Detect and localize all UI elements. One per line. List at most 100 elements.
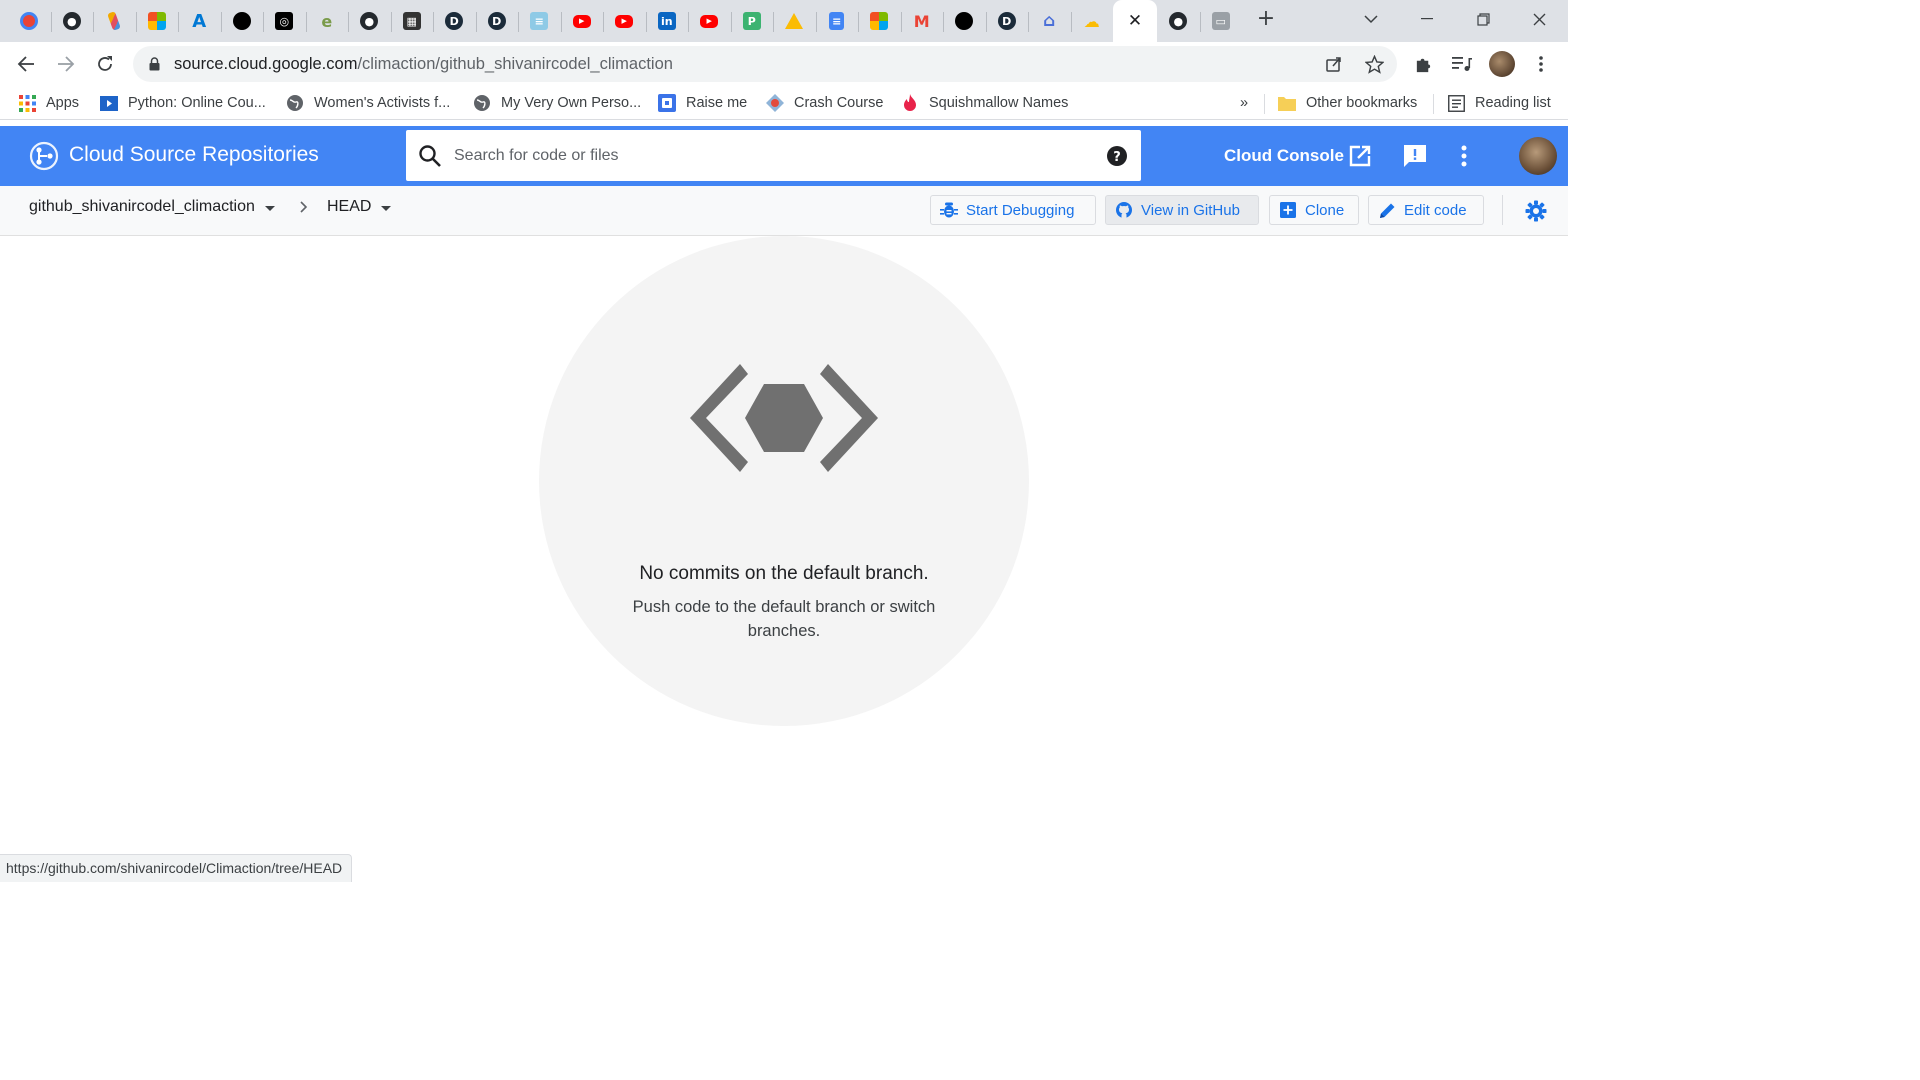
d-logo-icon: D [445, 12, 464, 30]
tab[interactable]: D [475, 0, 519, 42]
reload-button[interactable] [91, 50, 119, 78]
empty-state-illustration-background [539, 236, 1029, 726]
media-controls-icon[interactable] [1448, 50, 1476, 78]
back-button[interactable] [12, 50, 40, 78]
pencil-icon [1377, 200, 1397, 220]
browser-menu-icon[interactable] [1527, 50, 1555, 78]
github-icon [1114, 200, 1134, 220]
view-in-github-label: View in GitHub [1141, 201, 1240, 219]
tab[interactable]: ≡ [815, 0, 859, 42]
tab-search-chevron-icon[interactable] [1351, 0, 1391, 38]
new-tab-plus-icon[interactable]: + [1254, 8, 1278, 32]
globe-icon [286, 94, 304, 112]
address-bar[interactable]: source.cloud.google.com/climaction/githu… [133, 46, 1397, 82]
start-debugging-button[interactable]: Start Debugging [930, 195, 1096, 225]
minimize-icon[interactable] [1407, 0, 1447, 38]
github-icon: ● [360, 12, 379, 30]
edit-code-label: Edit code [1404, 201, 1467, 219]
more-options-button[interactable] [1449, 141, 1479, 171]
url-text[interactable]: source.cloud.google.com/climaction/githu… [174, 55, 673, 74]
tab[interactable] [8, 0, 51, 42]
google-cloud-icon: ☁ [1083, 11, 1100, 31]
bookmark-womens-activists[interactable]: Women's Activists f... [286, 93, 450, 113]
close-icon[interactable]: ✕ [1128, 11, 1142, 31]
tab[interactable]: ▭ [1199, 0, 1243, 42]
bookmark-star-icon[interactable] [1364, 54, 1384, 74]
d-logo-icon: D [487, 12, 506, 30]
bookmarks-bar: Apps Python: Online Cou... Women's Activ… [0, 86, 1568, 120]
edit-code-button[interactable]: Edit code [1368, 195, 1484, 225]
tab[interactable] [220, 0, 264, 42]
settings-button[interactable] [1523, 198, 1549, 224]
profile-avatar[interactable] [1488, 50, 1516, 78]
tab[interactable] [773, 0, 816, 42]
tab[interactable]: ▦ [390, 0, 434, 42]
bookmark-label: Squishmallow Names [929, 95, 1069, 111]
black-circle-icon [232, 12, 251, 30]
tab[interactable]: ◎ [263, 0, 306, 42]
paintbrush-icon [107, 11, 122, 31]
tab[interactable]: ▶ [560, 0, 604, 42]
tab[interactable]: D [985, 0, 1029, 42]
search-icon [419, 145, 441, 167]
view-in-github-button[interactable]: View in GitHub [1105, 195, 1259, 225]
branch-selector[interactable]: HEAD [327, 198, 392, 216]
tab[interactable]: ☁ [1070, 0, 1114, 42]
tab[interactable]: ▶ [603, 0, 646, 42]
tab[interactable]: ▶ [688, 0, 731, 42]
bookmark-my-very-own[interactable]: My Very Own Perso... [473, 93, 641, 113]
restore-icon[interactable] [1463, 0, 1503, 38]
tab[interactable] [943, 0, 986, 42]
reload-icon [98, 56, 112, 71]
clone-label: Clone [1305, 201, 1345, 219]
url-host: source.cloud.google.com [174, 55, 358, 73]
bookmarks-divider [1433, 94, 1434, 114]
repo-selector[interactable]: github_shivanircodel_climaction [29, 198, 275, 216]
tab-active[interactable]: ✕ [1113, 0, 1157, 42]
tab[interactable] [858, 0, 901, 42]
tab[interactable]: A [178, 0, 221, 42]
forward-button[interactable] [52, 50, 80, 78]
reading-list-button[interactable]: Reading list [1447, 93, 1551, 113]
tab[interactable] [135, 0, 179, 42]
bookmarks-overflow-button[interactable]: » [1240, 93, 1248, 113]
globe-icon [473, 94, 491, 112]
tab[interactable] [93, 0, 136, 42]
tab[interactable]: P [730, 0, 774, 42]
tab[interactable]: ● [1157, 0, 1200, 42]
bookmark-squishmallow-names[interactable]: Squishmallow Names [901, 93, 1068, 113]
folder-icon [1278, 94, 1296, 112]
dropdown-arrow-icon [264, 205, 275, 211]
tab[interactable]: D [433, 0, 476, 42]
tab[interactable]: ● [50, 0, 94, 42]
clone-button[interactable]: Clone [1269, 195, 1359, 225]
repo-toolbar: github_shivanircodel_climaction HEAD Sta… [0, 186, 1568, 236]
account-avatar[interactable] [1519, 137, 1557, 175]
tab-list: ● A ◎ e ● ▦ D D ≡ ▶ ▶ in ▶ P ≡ M D ⌂ ☁ ✕ [8, 0, 1242, 42]
tab[interactable]: M [900, 0, 944, 42]
bookmark-other-bookmarks[interactable]: Other bookmarks [1278, 93, 1417, 113]
bookmarks-overflow-chevron: » [1240, 95, 1249, 111]
extensions-puzzle-icon[interactable] [1409, 50, 1437, 78]
feedback-button[interactable] [1400, 141, 1430, 171]
tab[interactable]: ≡ [518, 0, 561, 42]
bookmark-apps[interactable]: Apps [18, 93, 79, 113]
window-close-icon[interactable] [1519, 0, 1559, 38]
bookmark-python-online-course[interactable]: Python: Online Cou... [100, 93, 266, 113]
black-circle-icon [955, 12, 974, 30]
bookmark-crash-course[interactable]: Crash Course [766, 93, 883, 113]
tab[interactable]: ⌂ [1028, 0, 1071, 42]
app-title[interactable]: Cloud Source Repositories [69, 143, 319, 167]
tab[interactable]: e [305, 0, 349, 42]
search-input[interactable] [454, 130, 1094, 181]
tab[interactable]: in [645, 0, 689, 42]
cloud-console-link[interactable]: Cloud Console [1224, 144, 1372, 168]
d-logo-icon: D [997, 12, 1016, 30]
bookmark-raise-me[interactable]: Raise me [658, 93, 747, 113]
tab[interactable]: ● [348, 0, 391, 42]
branch-name: HEAD [327, 198, 372, 215]
bug-icon [939, 200, 959, 220]
share-icon[interactable] [1324, 54, 1344, 74]
cloud-source-repositories-logo-icon[interactable] [28, 140, 60, 172]
help-icon[interactable]: ? [1107, 146, 1127, 166]
